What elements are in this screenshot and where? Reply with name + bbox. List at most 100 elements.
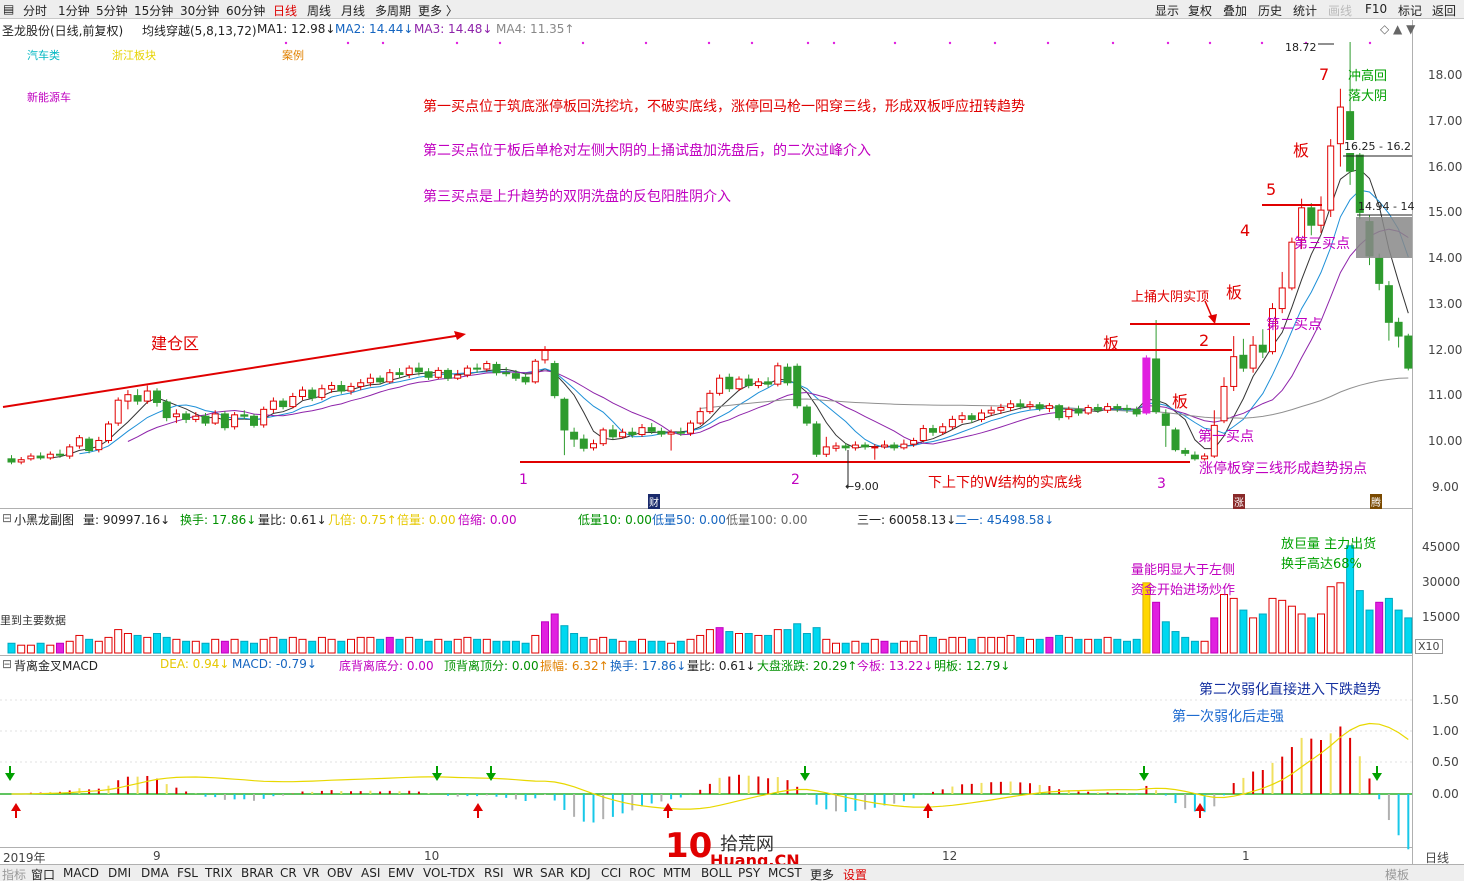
bottom-tab-12[interactable]: EMV (388, 866, 414, 880)
candle-body (802, 406, 811, 424)
candle-body (511, 373, 520, 379)
candle-body (1055, 405, 1064, 419)
bottom-tab-5[interactable]: FSL (177, 866, 198, 880)
volume-bar (996, 636, 1005, 654)
volume-bar (182, 640, 191, 654)
macd-panel-icon[interactable]: ⊟ (2, 657, 12, 671)
bottom-tab-19[interactable]: ROC (629, 866, 655, 880)
macd-note-2: 第一次弱化后走强 (1172, 709, 1284, 725)
candle-body (812, 423, 821, 455)
volume-bar (46, 644, 55, 654)
bottom-tab-23[interactable]: MCST (768, 866, 802, 880)
vol-panel-name[interactable]: 小黑龙副图 (14, 511, 74, 528)
volume-bar (754, 634, 763, 654)
candle-body (1394, 321, 1403, 337)
candle-body (793, 365, 802, 407)
vol-beisuo: 倍缩: 0.00 (458, 513, 517, 527)
volume-bar (414, 638, 423, 654)
bottom-tab-22[interactable]: PSY (738, 866, 760, 880)
macd-tick-150: 1.50 (1432, 693, 1459, 707)
indicator-name[interactable]: 均线穿越(5,8,13,72) (142, 22, 257, 39)
ma1-value: MA1: 12.98↓ (257, 22, 336, 36)
candle-body (997, 407, 1005, 411)
volume-bar (1026, 638, 1034, 654)
candle-body (260, 408, 268, 426)
jiancang-trend-line (2, 334, 463, 408)
bottom-tab-8[interactable]: CR (280, 866, 297, 880)
bottom-tab-14[interactable]: RSI (484, 866, 504, 880)
volume-bar (521, 642, 530, 654)
candle-body (124, 394, 132, 402)
candle-body (608, 429, 617, 438)
macd-tick-000: 0.00 (1432, 787, 1459, 801)
candle-body (133, 395, 142, 402)
bottom-tab-2[interactable]: MACD (63, 866, 99, 880)
indicator-tab-bar: 指标 窗口 MACD DMI DMA FSL TRIX BRAR CR VR O… (0, 864, 1464, 883)
bottom-tab-13[interactable]: VOL-TDX (423, 866, 475, 880)
candle-body (95, 439, 103, 451)
vol-note-3: 放巨量 主力出货 (1281, 537, 1377, 552)
volume-bar (511, 640, 520, 654)
bottom-tab-6[interactable]: TRIX (205, 866, 232, 880)
dea-line (11, 722, 1409, 810)
bottom-tab-25[interactable]: 设置 (843, 866, 867, 883)
bottom-tab-15[interactable]: WR (513, 866, 533, 880)
macd-liangbi: 量比: 0.61↓ (687, 659, 756, 673)
badge-zhang: 涨 (1233, 494, 1245, 509)
macd-panel-name[interactable]: 背离金叉MACD (14, 657, 98, 674)
macd-down-arrow-icon (5, 766, 15, 781)
date-tick-10: 10 (424, 849, 440, 863)
vol-left-label: 里到主要数据 (0, 614, 66, 627)
volume-bar (958, 636, 967, 654)
volume-bar (240, 640, 249, 654)
candle-body (841, 445, 850, 449)
ma4-value: MA4: 11.35↑ (496, 22, 575, 36)
bottom-tab-16[interactable]: SAR (540, 866, 564, 880)
vol-panel-icon[interactable]: ⊟ (2, 511, 12, 525)
volume-bar (1132, 638, 1141, 654)
volume-bar (744, 633, 753, 654)
volume-bar (201, 642, 210, 654)
volume-bar (85, 638, 94, 654)
volume-bar (259, 638, 268, 654)
volume-bar (143, 636, 152, 654)
volume-bar (405, 636, 414, 654)
vol-value: 量: 90997.16↓ (83, 513, 171, 527)
candle-body (483, 363, 491, 370)
candle-body (1404, 335, 1413, 369)
candle-body (706, 392, 714, 413)
bottom-tab-0[interactable]: 指标 (2, 866, 26, 883)
label-chonggao-2: 落大阴 (1348, 89, 1388, 104)
candle-body (987, 409, 995, 414)
candle-body (919, 428, 927, 441)
bottom-tab-17[interactable]: KDJ (570, 866, 591, 880)
bottom-tab-21[interactable]: BOLL (701, 866, 732, 880)
candle-body (143, 390, 151, 402)
bottom-tab-18[interactable]: CCI (601, 866, 621, 880)
bottom-tab-3[interactable]: DMI (108, 866, 131, 880)
candle-body (861, 444, 870, 448)
volume-bar (735, 633, 743, 654)
macd-value: MACD: -0.79↓ (232, 657, 317, 671)
bottom-tab-1[interactable]: 窗口 (31, 866, 55, 883)
bottom-tab-11[interactable]: ASI (361, 866, 380, 880)
candle-body (1336, 106, 1344, 145)
signal-dot (1046, 41, 1050, 45)
bottom-tab-20[interactable]: MTM (663, 866, 691, 880)
bottom-tab-4[interactable]: DMA (141, 866, 169, 880)
bottom-tab-7[interactable]: BRAR (241, 866, 274, 880)
bottom-tab-9[interactable]: VR (303, 866, 320, 880)
bottom-tab-24[interactable]: 更多 (810, 866, 834, 883)
chart-control-icons[interactable]: ◇ ▲ ▼ (1380, 22, 1415, 36)
bottom-tab-10[interactable]: OBV (327, 866, 353, 880)
candle-body (1152, 358, 1161, 413)
bottom-tab-26[interactable]: 模板 (1385, 866, 1409, 883)
signal-dot (948, 41, 952, 45)
candle-body (444, 369, 452, 379)
candle-body (1317, 209, 1325, 226)
volume-bar (880, 640, 889, 654)
volume-bar (802, 633, 811, 654)
note-buy1: 第一买点位于筑底涨停板回洗挖坑，不破实底线，涨停回马枪一阳穿三线，形成双板呼应扭… (423, 99, 1025, 115)
vol-tick-x10: X10 (1415, 639, 1443, 654)
candle-body (1113, 406, 1122, 409)
